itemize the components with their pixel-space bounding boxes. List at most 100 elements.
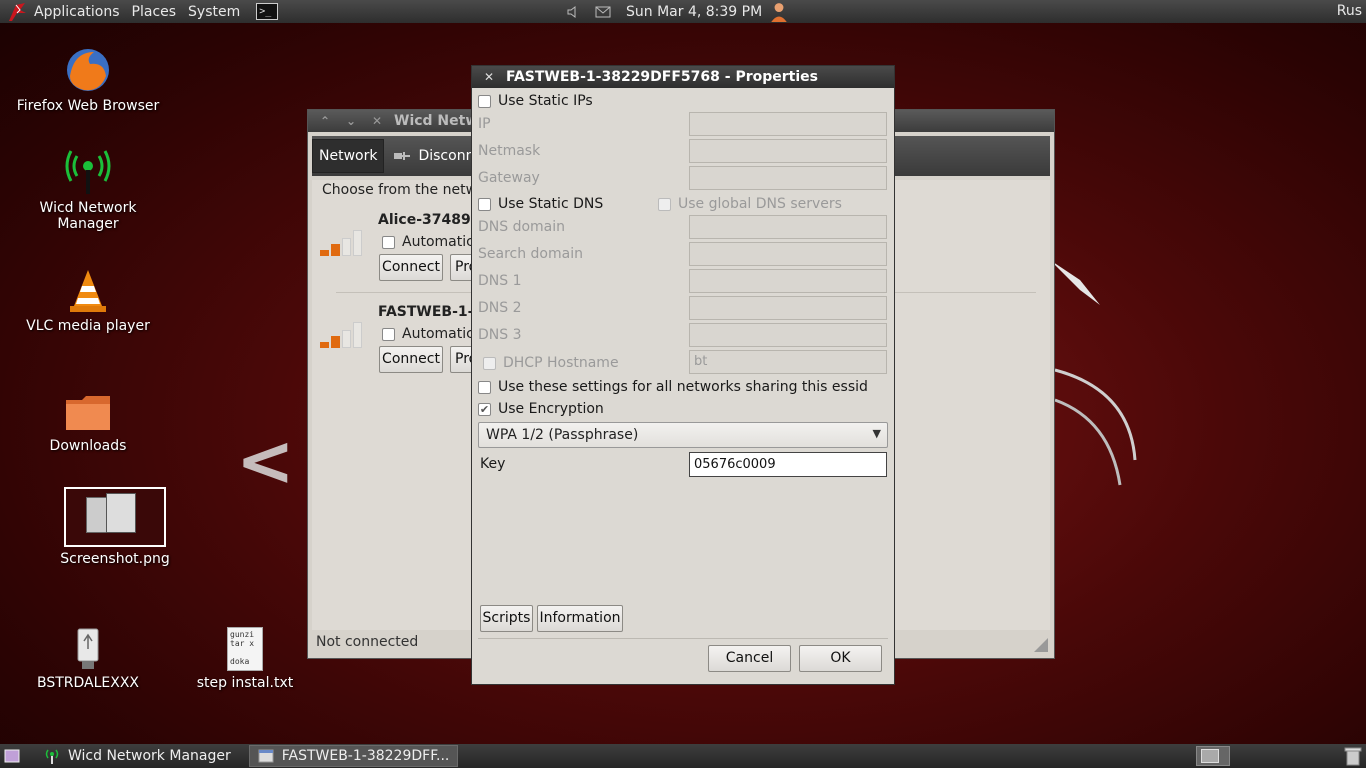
use-static-dns-label: Use Static DNS	[498, 196, 604, 212]
use-global-dns-label: Use global DNS servers	[678, 196, 842, 212]
use-static-ips-label: Use Static IPs	[498, 93, 593, 109]
network-properties-dialog[interactable]: ✕ FASTWEB-1-38229DFF5768 - Properties Us…	[471, 65, 895, 685]
wallpaper-arrow: <	[236, 420, 295, 502]
taskbar-item-wicd[interactable]: Wicd Network Manager	[36, 745, 239, 767]
taskbar-item-label: Wicd Network Manager	[68, 748, 231, 764]
netmask-label: Netmask	[478, 143, 541, 159]
dns3-label: DNS 3	[478, 327, 522, 343]
clock[interactable]: Sun Mar 4, 8:39 PM	[626, 4, 762, 20]
checkbox[interactable]	[382, 327, 395, 341]
dns3-field[interactable]	[689, 323, 887, 347]
maximize-icon[interactable]: ⌄	[342, 114, 360, 128]
folder-icon	[66, 396, 110, 430]
dialog-titlebar[interactable]: ✕ FASTWEB-1-38229DFF5768 - Properties	[472, 66, 894, 88]
desktop-icon-usb[interactable]: BSTRDALEXXX	[13, 627, 163, 691]
checkbox[interactable]	[478, 380, 491, 394]
wallpaper-dragon-art	[1050, 260, 1137, 486]
text-file-icon: gunzi tar x doka	[227, 627, 263, 671]
connect-button[interactable]: Connect	[379, 254, 443, 281]
desktop-icon-textfile[interactable]: gunzi tar x doka step instal.txt	[170, 627, 320, 691]
use-settings-all-checkbox[interactable]: Use these settings for all networks shar…	[478, 379, 868, 395]
use-static-dns-checkbox[interactable]: Use Static DNS	[478, 196, 603, 212]
desktop-icon-screenshot[interactable]: Screenshot.png	[40, 487, 190, 567]
taskbar-item-properties[interactable]: FASTWEB-1-38229DFF...	[248, 745, 459, 767]
window-title: Wicd Netw	[394, 113, 479, 129]
trash-icon[interactable]	[1344, 746, 1362, 766]
network-button[interactable]: Network	[312, 139, 385, 173]
use-global-dns-checkbox[interactable]: Use global DNS servers	[658, 196, 842, 212]
network-name: Alice-374892	[378, 212, 481, 228]
dialog-title: FASTWEB-1-38229DFF5768 - Properties	[506, 69, 818, 85]
key-input[interactable]: 05676c0009	[689, 452, 887, 477]
checkbox[interactable]	[478, 94, 491, 108]
image-thumbnail-icon	[64, 487, 166, 547]
desktop-icon-label: Wicd Network Manager	[39, 200, 137, 232]
gateway-field[interactable]	[689, 166, 887, 190]
desktop-icon-firefox[interactable]: Firefox Web Browser	[13, 46, 163, 114]
netmask-field[interactable]	[689, 139, 887, 163]
top-panel: Applications Places System >_ Sun Mar 4,…	[0, 0, 1366, 23]
menu-places[interactable]: Places	[132, 4, 177, 20]
ip-field[interactable]	[689, 112, 887, 136]
information-button[interactable]: Information	[537, 605, 623, 632]
checkbox[interactable]	[382, 235, 395, 249]
encryption-type-select[interactable]: WPA 1/2 (Passphrase) ▼	[478, 422, 888, 448]
ok-button[interactable]: OK	[799, 645, 882, 672]
connect-button[interactable]: Connect	[379, 346, 443, 373]
signal-strength-icon	[320, 230, 362, 256]
keyboard-layout[interactable]: Rus	[1337, 0, 1362, 23]
plug-icon	[394, 152, 411, 160]
user-icon[interactable]	[770, 2, 788, 22]
desktop-icon-wicd[interactable]: Wicd Network Manager	[13, 146, 163, 232]
dns1-label: DNS 1	[478, 273, 522, 289]
dhcp-hostname-label: DHCP Hostname	[503, 355, 619, 371]
checkbox[interactable]	[483, 356, 496, 370]
gateway-label: Gateway	[478, 170, 540, 186]
volume-icon[interactable]	[566, 5, 580, 19]
encryption-type-value: WPA 1/2 (Passphrase)	[486, 427, 639, 443]
close-icon[interactable]: ✕	[480, 70, 498, 84]
dns-domain-field[interactable]	[689, 215, 887, 239]
dhcp-hostname-checkbox[interactable]: DHCP Hostname	[483, 355, 619, 371]
terminal-icon[interactable]: >_	[256, 3, 279, 20]
dns1-field[interactable]	[689, 269, 887, 293]
auto-connect-checkbox[interactable]: Automatica	[382, 234, 482, 250]
resize-grip-icon[interactable]	[1034, 638, 1048, 652]
use-static-ips-checkbox[interactable]: Use Static IPs	[478, 93, 593, 109]
auto-connect-checkbox[interactable]: Automatica	[382, 326, 482, 342]
chevron-down-icon: ▼	[872, 427, 881, 440]
kali-dragon-icon[interactable]	[6, 1, 28, 23]
desktop-icon-downloads[interactable]: Downloads	[13, 392, 163, 454]
menu-applications[interactable]: Applications	[34, 4, 120, 20]
dhcp-hostname-field[interactable]: bt	[689, 350, 887, 374]
vlc-icon	[70, 270, 106, 312]
choose-network-text: Choose from the netwo	[322, 182, 486, 198]
desktop-icon-label: VLC media player	[26, 318, 150, 334]
search-domain-field[interactable]	[689, 242, 887, 266]
network-name: FASTWEB-1-	[378, 304, 474, 320]
use-settings-all-label: Use these settings for all networks shar…	[498, 379, 868, 395]
window-icon	[258, 749, 274, 763]
menu-system[interactable]: System	[188, 4, 240, 20]
mail-icon[interactable]	[594, 5, 612, 19]
scripts-button[interactable]: Scripts	[480, 605, 533, 632]
dns2-field[interactable]	[689, 296, 887, 320]
checkbox[interactable]	[478, 197, 491, 211]
search-domain-label: Search domain	[478, 246, 583, 262]
minimize-icon[interactable]: ⌃	[316, 114, 334, 128]
workspace-switcher[interactable]	[1196, 746, 1230, 766]
checkbox-checked[interactable]: ✔	[478, 402, 491, 416]
cancel-button[interactable]: Cancel	[708, 645, 791, 672]
checkbox[interactable]	[658, 197, 671, 211]
separator	[478, 638, 888, 639]
show-desktop-icon[interactable]	[4, 749, 20, 763]
top-tray: Sun Mar 4, 8:39 PM	[566, 0, 802, 23]
desktop-icon-vlc[interactable]: VLC media player	[13, 268, 163, 334]
close-icon[interactable]: ✕	[368, 114, 386, 128]
dns-domain-label: DNS domain	[478, 219, 566, 235]
disconnect-button[interactable]: Disconn	[392, 148, 474, 164]
status-bar: Not connected	[316, 634, 419, 650]
firefox-icon	[67, 49, 109, 91]
signal-strength-icon	[320, 322, 362, 348]
use-encryption-checkbox[interactable]: ✔ Use Encryption	[478, 401, 604, 417]
